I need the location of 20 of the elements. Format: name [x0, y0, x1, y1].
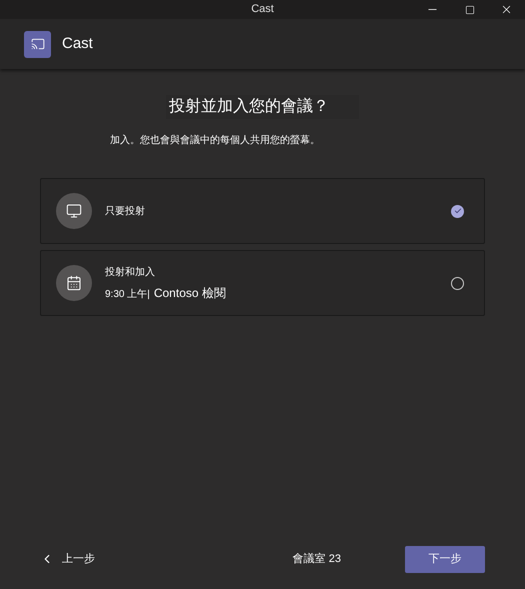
cast-logo-icon [24, 30, 51, 58]
option-label: 投射和加入 [105, 266, 156, 280]
close-icon [500, 3, 513, 16]
cast-option[interactable]: 投射和加入 9:30 上午| Contoso 檢閱 [40, 250, 485, 316]
meeting-name: Contoso 檢閱 [154, 284, 226, 302]
monitor-icon [66, 203, 82, 219]
maximize-icon [464, 4, 474, 14]
meeting-time: 9:30 上午| [105, 288, 150, 302]
radio-button[interactable] [451, 204, 464, 218]
app-title: Cast [62, 34, 93, 54]
room-name: 會議室 23 [292, 552, 341, 567]
radio-button[interactable] [451, 276, 464, 290]
option-label: 只要投射 [105, 204, 145, 218]
description-text: 加入。您也會與會議中的每個人共用您的螢幕。 [110, 134, 321, 148]
cast-option[interactable]: 只要投射 [40, 178, 485, 244]
check-icon [454, 207, 462, 215]
next-button[interactable]: 下一步 [405, 546, 485, 572]
back-button[interactable]: 上一步 [40, 550, 95, 568]
window-title: Cast [251, 2, 274, 18]
calendar-icon [66, 275, 82, 291]
